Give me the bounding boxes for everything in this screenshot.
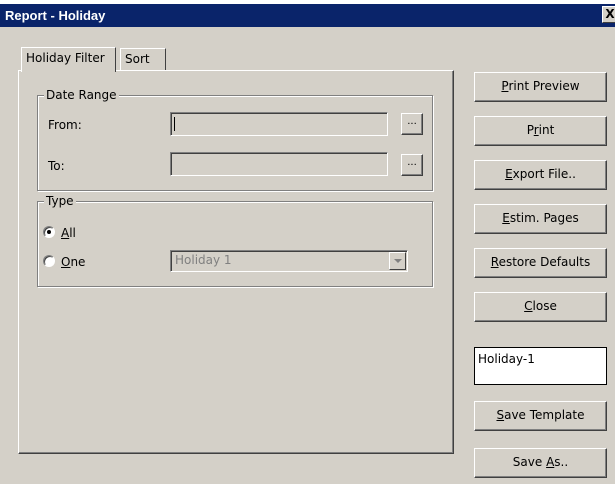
radio-all[interactable] bbox=[43, 226, 55, 238]
tab-holiday-filter[interactable]: Holiday Filter bbox=[21, 47, 116, 72]
template-name-value: Holiday-1 bbox=[478, 352, 535, 366]
title-bar: Report - Holiday bbox=[0, 4, 615, 27]
close-button[interactable]: Close bbox=[474, 292, 607, 322]
radio-one[interactable] bbox=[43, 255, 55, 267]
window-title: Report - Holiday bbox=[5, 8, 106, 23]
tab-holiday-filter-label: Holiday Filter bbox=[26, 51, 105, 65]
from-label: From: bbox=[48, 118, 82, 132]
radio-one-label[interactable]: One bbox=[61, 254, 85, 270]
export-file-button[interactable]: Export File.. bbox=[474, 160, 607, 190]
tab-sort[interactable]: Sort bbox=[120, 48, 166, 71]
print-button[interactable]: Print bbox=[474, 116, 607, 146]
holiday-select-value: Holiday 1 bbox=[175, 253, 232, 267]
chevron-down-icon[interactable] bbox=[389, 252, 406, 270]
from-date-browse-button[interactable]: ... bbox=[401, 113, 423, 135]
radio-all-label[interactable]: All bbox=[61, 225, 76, 241]
holiday-select[interactable]: Holiday 1 bbox=[170, 250, 408, 272]
print-preview-button[interactable]: Print Preview bbox=[474, 72, 607, 102]
type-group: Type All One Holiday 1 bbox=[37, 193, 433, 287]
type-legend: Type bbox=[44, 193, 76, 209]
tab-panel: Date Range From: ... To: ... Type All On… bbox=[18, 70, 454, 454]
save-template-button[interactable]: Save Template bbox=[474, 401, 607, 431]
to-label: To: bbox=[48, 159, 65, 173]
to-date-browse-button[interactable]: ... bbox=[401, 154, 423, 176]
date-range-group: Date Range From: ... To: ... bbox=[37, 87, 433, 191]
close-window-button[interactable]: X bbox=[602, 6, 615, 23]
template-name-input[interactable]: Holiday-1 bbox=[474, 347, 607, 385]
date-range-legend: Date Range bbox=[44, 87, 119, 103]
to-date-input[interactable] bbox=[170, 152, 388, 176]
save-as-button[interactable]: Save As.. bbox=[474, 448, 607, 478]
estim-pages-button[interactable]: Estim. Pages bbox=[474, 204, 607, 234]
restore-defaults-button[interactable]: Restore Defaults bbox=[474, 248, 607, 278]
text-caret bbox=[174, 117, 175, 131]
tab-sort-label: Sort bbox=[125, 52, 150, 66]
from-date-input[interactable] bbox=[170, 112, 388, 136]
